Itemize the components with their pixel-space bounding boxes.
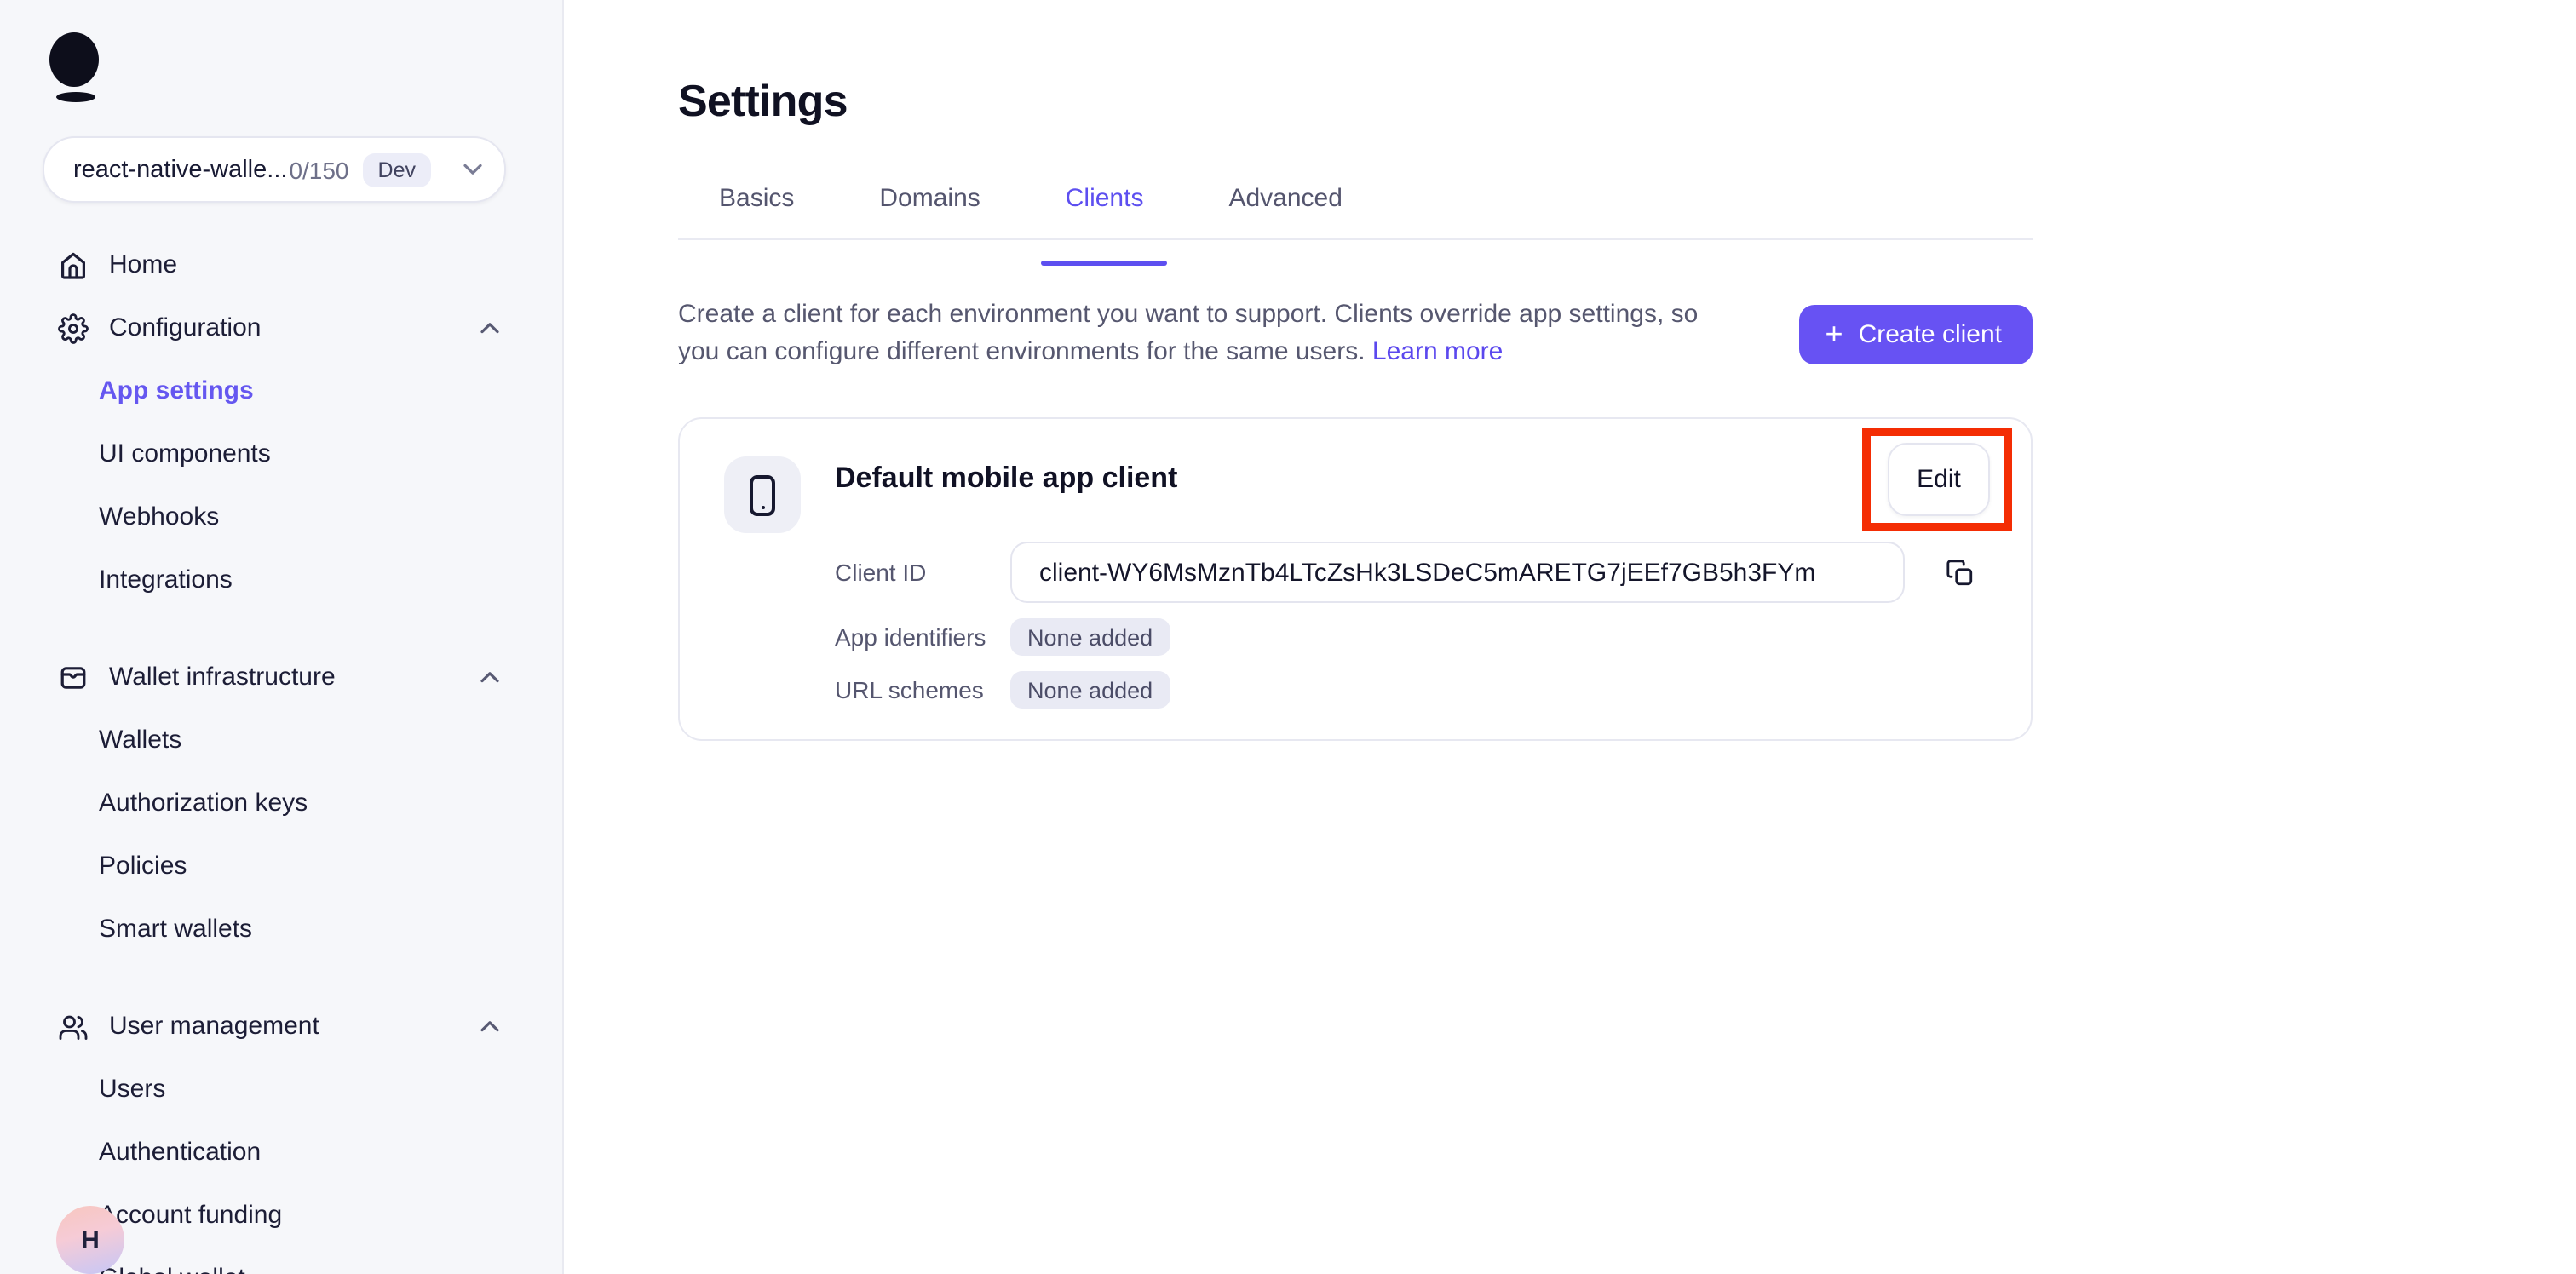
sidebar-item-label: Policies — [99, 852, 187, 881]
learn-more-link[interactable]: Learn more — [1372, 336, 1503, 365]
copy-icon[interactable] — [1935, 548, 1983, 596]
sidebar-item-label: Users — [99, 1075, 165, 1104]
chevron-up-icon — [480, 322, 499, 334]
sidebar-item-user-management[interactable]: User management — [0, 995, 562, 1058]
mobile-client-tile — [724, 456, 801, 533]
home-icon — [58, 250, 89, 280]
sidebar-item-home[interactable]: Home — [0, 233, 562, 296]
clients-header-row: Create a client for each environment you… — [678, 296, 2033, 370]
sidebar-item-wallet-infrastructure[interactable]: Wallet infrastructure — [0, 646, 562, 709]
env-badge: Dev — [363, 152, 431, 187]
sidebar-item-smart-wallets[interactable]: Smart wallets — [0, 898, 562, 961]
chevron-up-icon — [480, 671, 499, 683]
client-card: Default mobile app client Edit Client ID… — [678, 417, 2033, 741]
sidebar: react-native-walle... 0/150 Dev Home Con… — [0, 0, 564, 1274]
url-schemes-label: URL schemes — [835, 676, 984, 703]
phone-icon — [750, 474, 775, 515]
sidebar-item-policies[interactable]: Policies — [0, 835, 562, 898]
sidebar-item-label: Configuration — [109, 313, 261, 342]
settings-tabs: Basics Domains Clients Advanced — [678, 184, 2033, 240]
sidebar-item-label: Wallet infrastructure — [109, 663, 336, 692]
tab-domains[interactable]: Domains — [879, 184, 980, 238]
nav-section-gap — [0, 961, 562, 995]
app-window: react-native-walle... 0/150 Dev Home Con… — [0, 0, 2576, 1274]
project-count: 0/150 — [289, 156, 348, 183]
project-name: react-native-walle... — [73, 156, 287, 183]
sidebar-item-wallets[interactable]: Wallets — [0, 709, 562, 772]
tab-advanced[interactable]: Advanced — [1228, 184, 1342, 238]
user-avatar[interactable]: H — [56, 1206, 124, 1274]
url-schemes-badge: None added — [1010, 671, 1170, 709]
sidebar-item-label: Home — [109, 250, 177, 279]
tab-basics[interactable]: Basics — [719, 184, 794, 238]
sidebar-item-integrations[interactable]: Integrations — [0, 548, 562, 611]
client-id-label: Client ID — [835, 559, 926, 586]
sidebar-item-label: Webhooks — [99, 502, 219, 531]
tab-clients[interactable]: Clients — [1066, 184, 1144, 238]
edit-button[interactable]: Edit — [1888, 443, 1990, 516]
logo-shadow-icon — [55, 92, 95, 102]
wallet-icon — [58, 662, 89, 692]
sidebar-item-authentication[interactable]: Authentication — [0, 1121, 562, 1184]
sidebar-item-label: Smart wallets — [99, 915, 252, 944]
sidebar-item-label: Integrations — [99, 565, 233, 594]
client-id-input[interactable] — [1010, 542, 1905, 603]
avatar-initial: H — [81, 1225, 100, 1254]
sidebar-item-label: Authorization keys — [99, 789, 308, 818]
sidebar-item-authorization-keys[interactable]: Authorization keys — [0, 772, 562, 835]
plus-icon: + — [1826, 318, 1843, 349]
main-content: Settings Basics Domains Clients Advanced… — [564, 0, 2576, 1274]
app-identifiers-badge: None added — [1010, 618, 1170, 656]
sidebar-item-users[interactable]: Users — [0, 1058, 562, 1121]
page-title: Settings — [678, 75, 848, 128]
sidebar-item-ui-components[interactable]: UI components — [0, 422, 562, 485]
sidebar-item-label: Global wallet — [99, 1264, 245, 1274]
chevron-down-icon — [463, 164, 482, 175]
chevron-up-icon — [480, 1020, 499, 1032]
users-icon — [58, 1011, 89, 1042]
sidebar-nav: Home Configuration App settings UI compo… — [0, 233, 562, 1274]
create-client-button[interactable]: + Create client — [1800, 305, 2033, 364]
sidebar-item-label: App settings — [99, 376, 254, 405]
sidebar-item-label: Authentication — [99, 1138, 261, 1167]
sidebar-item-label: Account funding — [99, 1201, 282, 1230]
app-identifiers-label: App identifiers — [835, 623, 986, 651]
clients-description: Create a client for each environment you… — [678, 296, 1734, 370]
sidebar-item-label: UI components — [99, 439, 271, 468]
sidebar-item-label: Wallets — [99, 726, 181, 755]
sidebar-item-configuration[interactable]: Configuration — [0, 296, 562, 359]
sidebar-item-app-settings[interactable]: App settings — [0, 359, 562, 422]
sidebar-item-label: User management — [109, 1012, 319, 1041]
client-card-title: Default mobile app client — [835, 462, 1177, 496]
sidebar-item-webhooks[interactable]: Webhooks — [0, 485, 562, 548]
privy-logo — [49, 32, 101, 102]
logo-ball-icon — [49, 32, 99, 87]
project-selector[interactable]: react-native-walle... 0/150 Dev — [43, 136, 506, 203]
gear-icon — [58, 313, 89, 343]
nav-section-gap — [0, 611, 562, 646]
